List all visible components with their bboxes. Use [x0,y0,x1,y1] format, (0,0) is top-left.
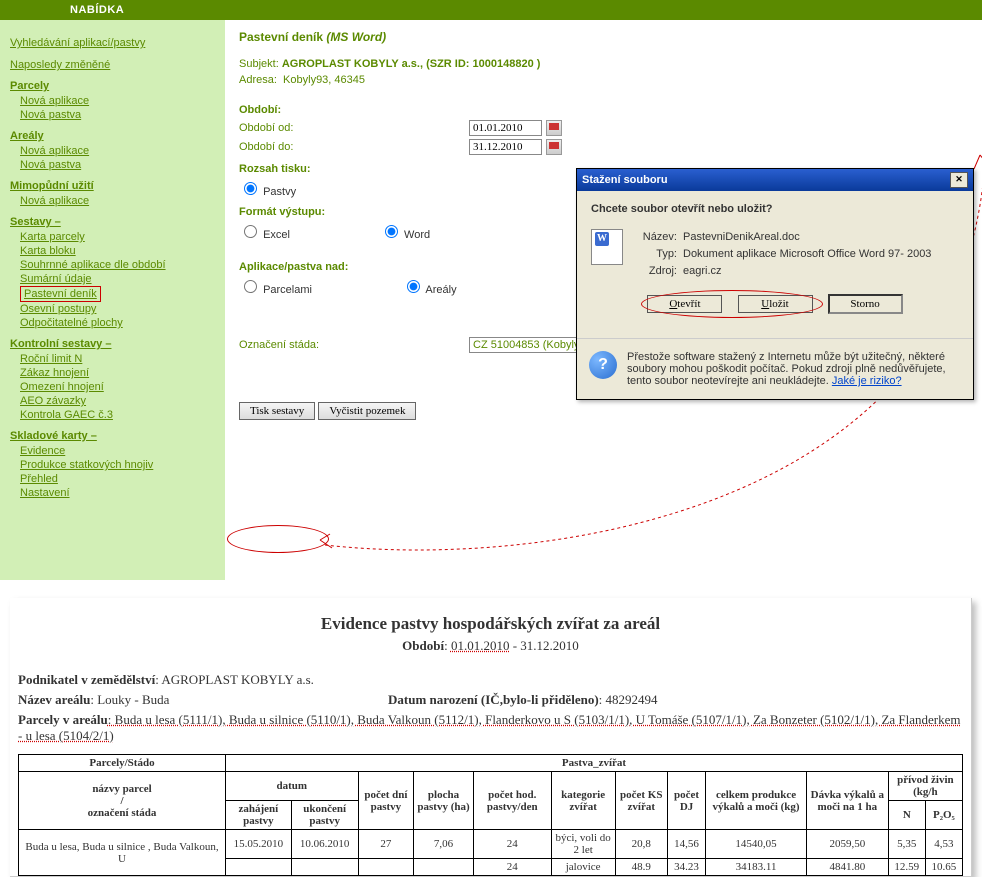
sidebar-arealy[interactable]: Areály [10,130,215,142]
sidebar-item[interactable]: Roční limit N [20,353,82,365]
date-from-input[interactable] [469,120,542,136]
close-icon[interactable]: ✕ [950,172,968,188]
sidebar-item[interactable]: Evidence [20,445,65,457]
stado-label: Označení stáda: [239,339,469,351]
address-line: Adresa: Kobyly93, 46345 [239,74,968,86]
calendar-icon[interactable] [546,120,562,136]
shield-icon [589,351,617,379]
sidebar-pastevni-denik[interactable]: Pastevní deník [24,288,97,300]
radio-word[interactable]: Word [380,222,430,241]
sidebar-recent[interactable]: Naposledy změněné [10,59,110,71]
sidebar-item[interactable]: Zákaz hnojení [20,367,89,379]
radio-parcelami[interactable]: Parcelami [239,277,312,296]
document-preview: Evidence pastvy hospodářských zvířat za … [10,598,972,877]
sidebar-kontrol[interactable]: Kontrolní sestavy – [10,338,215,350]
dialog-question: Chcete soubor otevřít nebo uložit? [591,203,959,215]
vycistit-button[interactable]: Vyčistit pozemek [318,402,416,420]
sidebar-parcely[interactable]: Parcely [10,80,215,92]
doc-heading: Evidence pastvy hospodářských zvířat za … [18,614,963,634]
sidebar-parcely-newapp[interactable]: Nová aplikace [20,95,89,107]
dialog-title: Stažení souboru [582,174,668,186]
sidebar-item[interactable]: Souhrnné aplikace dle období [20,259,166,271]
dialog-file-info: Název:PastevniDenikAreal.doc Typ:Dokumen… [635,229,931,280]
word-icon [591,229,623,265]
sidebar-item[interactable]: Nastavení [20,487,70,499]
date-to-input[interactable] [469,139,542,155]
sidebar-parcely-newpast[interactable]: Nová pastva [20,109,81,121]
radio-arealy[interactable]: Areály [402,277,457,296]
sidebar-sklad[interactable]: Skladové karty – [10,430,215,442]
sidebar-item[interactable]: Sumární údaje [20,273,92,285]
period-label: Období: [239,104,968,116]
cancel-button[interactable]: Storno [828,294,903,314]
sidebar-item[interactable]: Karta bloku [20,245,76,257]
radio-pastvy[interactable]: Pastvy [239,179,296,198]
sidebar-item[interactable]: Omezení hnojení [20,381,104,393]
radio-excel[interactable]: Excel [239,222,290,241]
risk-link[interactable]: Jaké je riziko? [832,375,902,387]
open-button[interactable]: Otevřít [647,295,722,313]
sidebar-arealy-newapp[interactable]: Nová aplikace [20,145,89,157]
sidebar-search[interactable]: Vyhledávání aplikací/pastvy [10,37,145,49]
dialog-warning: Přestože software stažený z Internetu mů… [627,351,961,387]
top-menu-bar: NABÍDKA [0,0,982,20]
sidebar-mimop-newapp[interactable]: Nová aplikace [20,195,89,207]
to-label: Období do: [239,141,469,153]
sidebar-item[interactable]: Karta parcely [20,231,85,243]
page-title: Pastevní deník (MS Word) [239,30,968,44]
from-label: Období od: [239,122,469,134]
sidebar: Vyhledávání aplikací/pastvy Naposledy zm… [0,20,225,580]
sidebar-item[interactable]: Produkce statkových hnojiv [20,459,153,471]
calendar-icon[interactable] [546,139,562,155]
table-row: Buda u lesa, Buda u silnice , Buda Valko… [19,830,963,859]
sidebar-item[interactable]: AEO závazky [20,395,86,407]
sidebar-item[interactable]: Osevní postupy [20,303,96,315]
download-dialog: Stažení souboru ✕ Chcete soubor otevřít … [576,168,974,400]
save-button[interactable]: Uložit [738,295,813,313]
sidebar-sestavy[interactable]: Sestavy – [10,216,215,228]
sidebar-mimop[interactable]: Mimopůdní užití [10,180,215,192]
sidebar-item[interactable]: Přehled [20,473,58,485]
sidebar-item[interactable]: Kontrola GAEC č.3 [20,409,113,421]
sidebar-arealy-newpast[interactable]: Nová pastva [20,159,81,171]
sidebar-item[interactable]: Odpočitatelné plochy [20,317,123,329]
tisk-button[interactable]: Tisk sestavy [239,402,315,420]
content-pane: Pastevní deník (MS Word) Subjekt: AGROPL… [225,20,982,580]
data-table: Parcely/Stádo Pastva_zvířat názvy parcel… [18,754,963,876]
subject-line: Subjekt: AGROPLAST KOBYLY a.s., (SZR ID:… [239,58,968,70]
